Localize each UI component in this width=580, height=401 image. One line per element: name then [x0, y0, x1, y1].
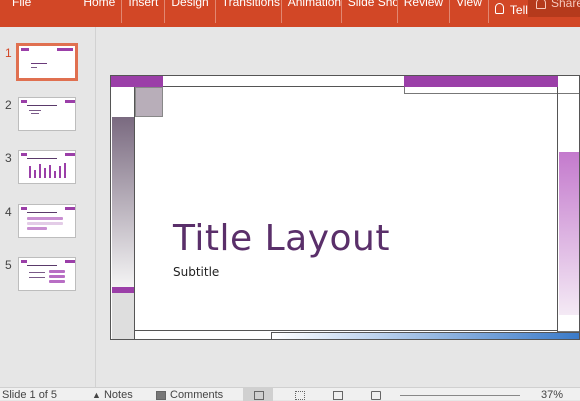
thumbnail-row-1[interactable]: 1 — [0, 43, 96, 83]
slide-thumbnail-2[interactable] — [18, 97, 76, 131]
thumb-accent — [65, 260, 75, 263]
slide-thumbnail-4[interactable] — [18, 204, 76, 238]
slide-left-column — [111, 87, 135, 339]
thumb-accent — [65, 100, 75, 103]
thumb-accent — [65, 207, 75, 210]
share-label: Share — [551, 0, 580, 10]
thumb-chart-bar — [64, 163, 66, 178]
notes-label: Notes — [103, 389, 133, 401]
tab-transitions[interactable]: Transitions — [216, 0, 282, 23]
slide-subtitle[interactable]: Subtitle — [173, 265, 219, 279]
thumb-chart-bar — [29, 166, 31, 178]
thumb-accent — [21, 260, 27, 263]
current-slide[interactable]: Title Layout Subtitle — [110, 75, 580, 340]
thumb-bullet-line — [29, 277, 45, 278]
slide-rule — [163, 76, 404, 87]
person-icon — [536, 0, 546, 9]
thumb-accent — [21, 153, 27, 156]
slide-grey-block — [112, 293, 134, 339]
thumbnail-row-2[interactable]: 2 — [0, 97, 96, 135]
slide-corner-square — [135, 87, 163, 117]
slide-thumbnail-1[interactable] — [16, 43, 78, 81]
thumb-bullet-line — [29, 110, 41, 111]
thumb-table-row — [27, 217, 63, 220]
slide-sorter-icon[interactable] — [295, 391, 305, 400]
share-button[interactable]: Share — [528, 0, 580, 17]
thumb-title-line — [27, 105, 57, 106]
thumb-title-line — [31, 63, 47, 64]
slide-thumbnail-3[interactable] — [18, 150, 76, 184]
thumbnail-number: 5 — [5, 258, 12, 272]
normal-view-icon — [254, 391, 264, 400]
slide-rule — [404, 87, 579, 94]
thumb-accent — [57, 48, 73, 51]
comment-icon — [156, 391, 166, 400]
comments-button[interactable]: Comments — [170, 389, 223, 401]
thumb-subtitle-line — [31, 67, 37, 68]
slide-accent-bar — [111, 76, 163, 87]
slide-thumbnail-5[interactable] — [18, 257, 76, 291]
tab-slide-show[interactable]: Slide Show — [342, 0, 398, 23]
thumbnail-number: 3 — [5, 151, 12, 165]
thumb-bullet-line — [29, 272, 45, 273]
thumbnail-number: 4 — [5, 205, 12, 219]
thumbnail-number: 1 — [5, 46, 12, 60]
caret-up-icon: ▲ — [92, 390, 101, 400]
thumb-accent — [65, 153, 75, 156]
slide-thumbnail-pane: 1 2 3 4 5 — [0, 27, 96, 387]
tab-insert[interactable]: Insert — [122, 0, 166, 23]
thumb-accent — [21, 48, 29, 51]
thumb-accent — [21, 207, 27, 210]
tab-file[interactable]: File — [0, 0, 43, 23]
thumb-chart-bar — [59, 166, 61, 178]
thumb-shape — [49, 280, 65, 283]
thumb-title-line — [27, 265, 57, 266]
slide-gradient-band — [559, 152, 579, 315]
slide-right-column — [557, 87, 579, 339]
thumb-chart-bar — [49, 165, 51, 178]
tab-review[interactable]: Review — [398, 0, 451, 23]
thumb-chart-bar — [34, 170, 36, 178]
slideshow-icon[interactable] — [371, 391, 381, 400]
thumbnail-row-5[interactable]: 5 — [0, 257, 96, 295]
slide-accent-bar — [404, 76, 558, 87]
tab-home[interactable]: Home — [77, 0, 123, 23]
slide-rule — [135, 330, 557, 331]
tab-view[interactable]: View — [450, 0, 489, 23]
zoom-slider[interactable] — [400, 395, 520, 396]
tab-design[interactable]: Design — [165, 0, 216, 23]
thumb-table-row — [27, 227, 47, 230]
thumb-title-line — [27, 212, 57, 213]
slide-blue-gradient-bar — [271, 332, 579, 339]
slide-gradient-band — [112, 117, 134, 287]
thumb-chart-bar — [44, 168, 46, 178]
thumbnail-number: 2 — [5, 98, 12, 112]
thumb-bullet-line — [31, 113, 39, 114]
thumb-accent — [21, 100, 27, 103]
thumb-shape — [49, 270, 65, 273]
slide-count-status: Slide 1 of 5 — [2, 389, 58, 401]
lightbulb-icon — [494, 2, 504, 14]
slide-title[interactable]: Title Layout — [173, 218, 390, 259]
status-bar: Slide 1 of 5 ▲ Notes Comments 37% — [0, 387, 580, 401]
reading-view-icon[interactable] — [333, 391, 343, 400]
thumb-table-row — [27, 222, 63, 225]
tab-animations[interactable]: Animations — [282, 0, 342, 23]
ribbon-tab-bar: File Home Insert Design Transitions Anim… — [0, 0, 580, 27]
thumbnail-row-3[interactable]: 3 — [0, 150, 96, 188]
notes-button[interactable]: ▲ Notes — [92, 389, 133, 401]
zoom-level[interactable]: 37% — [541, 389, 563, 401]
thumb-shape — [49, 275, 65, 278]
thumbnail-row-4[interactable]: 4 — [0, 204, 96, 242]
thumb-chart-bar — [39, 164, 41, 178]
thumb-chart-bar — [54, 171, 56, 178]
thumb-title-line — [27, 158, 57, 159]
